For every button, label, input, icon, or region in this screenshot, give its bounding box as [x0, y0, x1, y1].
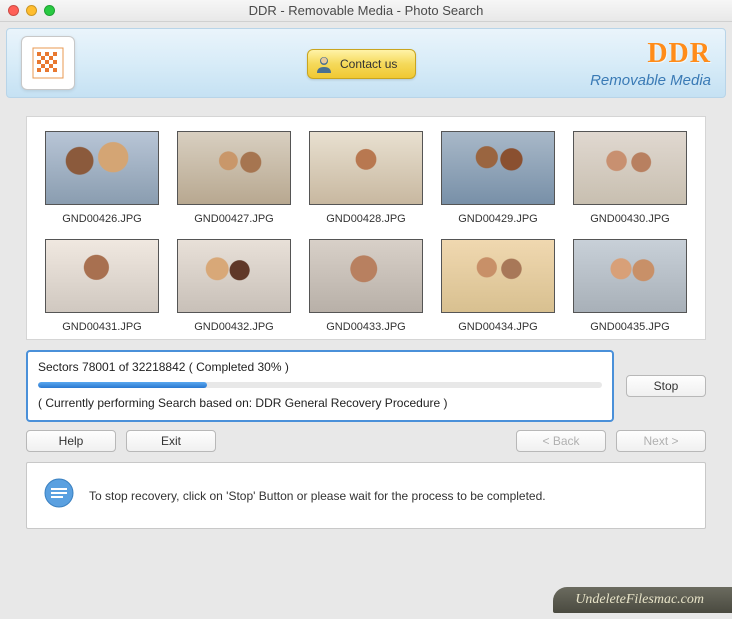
zoom-window-button[interactable]: [44, 5, 55, 16]
contact-us-button[interactable]: Contact us: [307, 49, 416, 79]
brand-block: DDR Removable Media: [590, 38, 711, 89]
photo-filename: GND00432.JPG: [177, 321, 291, 333]
photo-thumbnail[interactable]: [45, 239, 159, 313]
photo-filename: GND00429.JPG: [441, 213, 555, 225]
logo-icon: [31, 46, 65, 80]
header-banner: Contact us DDR Removable Media: [6, 28, 726, 98]
photo-thumbnail[interactable]: [45, 131, 159, 205]
photo-item[interactable]: GND00432.JPG: [177, 239, 291, 333]
brand-subtitle: Removable Media: [590, 72, 711, 89]
photo-item[interactable]: GND00434.JPG: [441, 239, 555, 333]
photo-item[interactable]: GND00429.JPG: [441, 131, 555, 225]
close-window-button[interactable]: [8, 5, 19, 16]
photo-item[interactable]: GND00430.JPG: [573, 131, 687, 225]
photo-filename: GND00433.JPG: [309, 321, 423, 333]
photo-item[interactable]: GND00433.JPG: [309, 239, 423, 333]
progress-status-text: Sectors 78001 of 32218842 ( Completed 30…: [38, 360, 602, 374]
tip-text: To stop recovery, click on 'Stop' Button…: [89, 489, 546, 503]
photo-results-panel: GND00426.JPG GND00427.JPG GND00428.JPG GND0…: [26, 116, 706, 340]
help-button[interactable]: Help: [26, 430, 116, 452]
window-title: DDR - Removable Media - Photo Search: [0, 3, 732, 18]
photo-thumbnail[interactable]: [573, 239, 687, 313]
main-content: GND00426.JPG GND00427.JPG GND00428.JPG GND0…: [0, 98, 732, 529]
photo-thumbnail[interactable]: [573, 131, 687, 205]
photo-filename: GND00430.JPG: [573, 213, 687, 225]
photo-item[interactable]: GND00435.JPG: [573, 239, 687, 333]
photo-filename: GND00426.JPG: [45, 213, 159, 225]
progress-detail-text: ( Currently performing Search based on: …: [38, 396, 602, 410]
photo-thumbnail[interactable]: [177, 239, 291, 313]
info-icon: [43, 477, 75, 514]
photo-filename: GND00431.JPG: [45, 321, 159, 333]
progress-fill: [38, 382, 207, 388]
photo-thumbnail[interactable]: [441, 239, 555, 313]
app-logo: [21, 36, 75, 90]
photo-item[interactable]: GND00426.JPG: [45, 131, 159, 225]
stop-button[interactable]: Stop: [626, 375, 706, 397]
photo-thumbnail[interactable]: [441, 131, 555, 205]
photo-filename: GND00435.JPG: [573, 321, 687, 333]
progress-row: Sectors 78001 of 32218842 ( Completed 30…: [26, 350, 706, 422]
contact-us-label: Contact us: [340, 57, 397, 71]
photo-thumbnail[interactable]: [177, 131, 291, 205]
tip-panel: To stop recovery, click on 'Stop' Button…: [26, 462, 706, 529]
photo-item[interactable]: GND00431.JPG: [45, 239, 159, 333]
footer-site-tab[interactable]: UndeleteFilesmac.com: [553, 587, 732, 613]
photo-item[interactable]: GND00427.JPG: [177, 131, 291, 225]
titlebar: DDR - Removable Media - Photo Search: [0, 0, 732, 22]
progress-panel: Sectors 78001 of 32218842 ( Completed 30…: [26, 350, 614, 422]
back-button: < Back: [516, 430, 606, 452]
photo-thumbnail[interactable]: [309, 131, 423, 205]
brand-name: DDR: [590, 38, 711, 70]
photo-thumbnail[interactable]: [309, 239, 423, 313]
photo-filename: GND00427.JPG: [177, 213, 291, 225]
next-button: Next >: [616, 430, 706, 452]
photo-filename: GND00434.JPG: [441, 321, 555, 333]
window-controls: [8, 5, 55, 16]
photo-grid: GND00426.JPG GND00427.JPG GND00428.JPG GND0…: [45, 131, 687, 333]
photo-item[interactable]: GND00428.JPG: [309, 131, 423, 225]
minimize-window-button[interactable]: [26, 5, 37, 16]
progress-bar: [38, 382, 602, 388]
exit-button[interactable]: Exit: [126, 430, 216, 452]
nav-button-row: Help Exit < Back Next >: [26, 430, 706, 452]
photo-filename: GND00428.JPG: [309, 213, 423, 225]
person-icon: [314, 54, 334, 74]
